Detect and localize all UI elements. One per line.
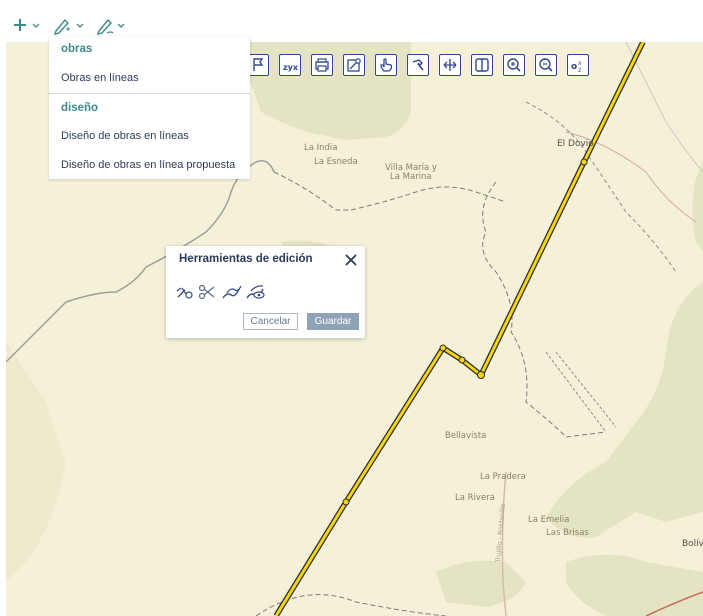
cancel-button[interactable]: Cancelar (243, 313, 298, 330)
zoom-out-icon (539, 58, 553, 72)
bike-node-tool[interactable] (176, 283, 194, 301)
scissors-tool[interactable] (198, 283, 216, 301)
line-edit-icon (222, 285, 242, 299)
print-button[interactable] (311, 54, 333, 76)
zoom-out-button[interactable] (535, 54, 557, 76)
line-edit-tool[interactable] (222, 283, 242, 301)
pan-hand-icon (380, 58, 393, 72)
line-view-icon (246, 285, 265, 299)
map-toolbar: zyx oxz (247, 54, 589, 78)
zoom-in-icon (507, 58, 521, 72)
draw-dropdown-button[interactable] (95, 14, 129, 36)
pan-button[interactable] (375, 54, 397, 76)
place-label: Las Brisas (546, 528, 589, 538)
svg-text:o: o (571, 62, 577, 72)
svg-text:x: x (578, 60, 582, 67)
edit-tools-dialog: Herramientas de edición Cancelar Guardar (166, 246, 365, 338)
menu-item-obras-en-lineas[interactable]: Obras en líneas (61, 72, 139, 84)
menu-divider (49, 93, 250, 94)
edit-dropdown-menu: obras Obras en líneas diseño Diseño de o… (49, 36, 250, 179)
place-label: La Emelia (528, 515, 570, 525)
close-button[interactable] (344, 252, 358, 266)
zoom-in-button[interactable] (503, 54, 525, 76)
place-label: El Dovio (557, 139, 594, 149)
scale-button[interactable]: oxz (567, 54, 589, 76)
clear-map-button[interactable] (343, 54, 365, 76)
bike-node-icon (176, 287, 193, 299)
flag-icon (253, 58, 264, 71)
close-icon (345, 254, 357, 266)
coordinates-button[interactable]: zyx (279, 54, 301, 76)
place-label: La Rivera (455, 493, 495, 503)
place-label: Bellavista (445, 431, 487, 441)
edit-dropdown-button[interactable] (52, 14, 86, 36)
svg-text:zyx: zyx (283, 63, 298, 72)
save-button[interactable]: Guardar (307, 313, 359, 330)
clear-map-icon (347, 58, 361, 72)
place-label: La India (304, 143, 338, 153)
split-view-icon (475, 58, 489, 72)
menu-item-diseno-obras-propuesta[interactable]: Diseño de obras en línea propuesta (61, 159, 235, 171)
pencil-magic-icon (53, 18, 84, 35)
place-label: La Esneda (314, 157, 358, 167)
scissors-icon (198, 284, 215, 300)
place-label: Bolív (682, 539, 703, 549)
printer-icon (315, 58, 329, 72)
move-button[interactable] (439, 54, 461, 76)
scale-icon: o xz (571, 60, 582, 73)
place-label: La Pradera (480, 472, 526, 482)
flag-button[interactable] (247, 54, 269, 76)
coordinates-icon: zyx (283, 63, 298, 72)
menu-section-obras: obras (61, 43, 93, 55)
svg-text:z: z (578, 67, 581, 73)
add-dropdown-button[interactable] (10, 14, 40, 36)
pencil-line-icon (96, 18, 125, 35)
hammer-button[interactable] (407, 54, 429, 76)
split-view-button[interactable] (471, 54, 493, 76)
dialog-title: Herramientas de edición (179, 253, 313, 265)
hammer-icon (412, 59, 424, 71)
plus-icon (14, 19, 40, 31)
menu-item-diseno-obras-lineas[interactable]: Diseño de obras en líneas (61, 130, 189, 142)
move-horizontal-icon (443, 59, 457, 71)
line-view-tool[interactable] (246, 283, 265, 301)
place-label: La Marina (390, 172, 432, 182)
menu-section-diseno: diseño (61, 102, 99, 114)
